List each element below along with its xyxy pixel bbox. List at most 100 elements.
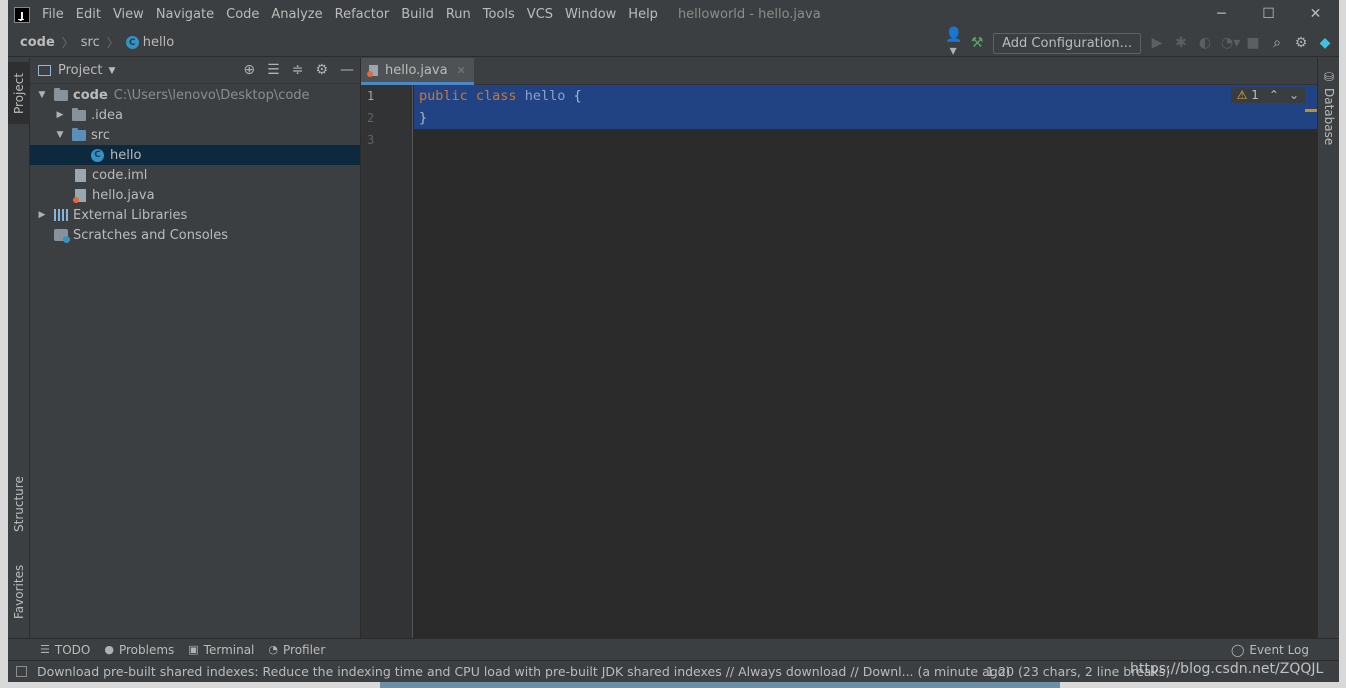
breadcrumb-separator-icon: 〉 bbox=[106, 36, 119, 50]
jetbrains-toolbox-icon[interactable]: ◆ bbox=[1317, 35, 1333, 51]
menu-analyze[interactable]: Analyze bbox=[265, 0, 328, 29]
terminal-icon: ▣ bbox=[188, 643, 199, 656]
close-tab-icon[interactable]: ✕ bbox=[457, 64, 466, 77]
tree-node-label: Scratches and Consoles bbox=[73, 227, 229, 243]
menu-navigate[interactable]: Navigate bbox=[150, 0, 220, 29]
breadcrumb-src[interactable]: src bbox=[81, 35, 100, 50]
line-number: 2 bbox=[367, 111, 375, 125]
source-folder-icon bbox=[72, 127, 86, 141]
inspection-widget[interactable]: ⚠ 1 ⌃ ⌄ bbox=[1230, 87, 1305, 103]
add-configuration-button[interactable]: Add Configuration... bbox=[993, 32, 1141, 54]
java-file-icon bbox=[73, 188, 86, 203]
menu-window[interactable]: Window bbox=[559, 0, 622, 29]
event-log-button[interactable]: ◯ Event Log bbox=[1231, 643, 1309, 657]
intellij-logo-icon: J bbox=[14, 6, 30, 23]
status-message[interactable]: Download pre-built shared indexes: Reduc… bbox=[37, 664, 1010, 679]
run-icon[interactable]: ▶ bbox=[1149, 35, 1165, 51]
favorites-tool-tab[interactable]: Favorites bbox=[8, 554, 30, 630]
right-tool-strip: ⛁ Database bbox=[1317, 58, 1339, 638]
tree-node-path: C:\Users\lenovo\Desktop\code bbox=[113, 87, 310, 103]
navigation-bar: code 〉 src 〉 C hello 👤▾ ⚒ Add Configurat… bbox=[8, 27, 1339, 59]
minimize-button[interactable]: ─ bbox=[1198, 0, 1245, 29]
project-tool-tab[interactable]: Project bbox=[8, 62, 30, 124]
search-icon[interactable]: ⌕ bbox=[1269, 35, 1285, 51]
previous-highlight-icon[interactable]: ⌃ bbox=[1269, 88, 1279, 102]
tree-node-code-iml[interactable]: code.iml bbox=[30, 165, 360, 185]
warning-stripe-marker[interactable] bbox=[1305, 109, 1317, 112]
tree-node-label: code.iml bbox=[92, 167, 148, 183]
tree-node-external-libraries[interactable]: ▶ External Libraries bbox=[30, 205, 360, 225]
tree-node-hello-java[interactable]: hello.java bbox=[30, 185, 360, 205]
database-tab-label: Database bbox=[1322, 88, 1336, 146]
database-tool-tab[interactable]: ⛁ Database bbox=[1318, 66, 1339, 149]
java-file-icon bbox=[367, 64, 378, 77]
coverage-icon[interactable]: ◐ bbox=[1197, 35, 1213, 51]
next-highlight-icon[interactable]: ⌄ bbox=[1289, 88, 1299, 102]
project-view-label[interactable]: Project bbox=[58, 63, 102, 78]
tab-hello-java[interactable]: hello.java ✕ bbox=[361, 58, 474, 85]
code-text-area[interactable]: public class hello { } ⚠ 1 ⌃ ⌄ bbox=[414, 85, 1317, 638]
menu-view[interactable]: View bbox=[107, 0, 150, 29]
chevron-down-icon[interactable]: ▼ bbox=[108, 66, 115, 76]
toggle-tool-windows-icon[interactable] bbox=[16, 666, 27, 677]
structure-tool-tab[interactable]: Structure bbox=[8, 468, 30, 540]
breadcrumb-separator-icon: 〉 bbox=[61, 36, 74, 50]
tree-node-label: src bbox=[91, 127, 110, 143]
menu-code[interactable]: Code bbox=[220, 0, 265, 29]
build-hammer-icon[interactable]: ⚒ bbox=[969, 35, 985, 51]
user-icon[interactable]: 👤▾ bbox=[945, 27, 962, 59]
chevron-right-icon[interactable]: ▶ bbox=[54, 110, 66, 120]
breadcrumb: code 〉 src 〉 C hello bbox=[20, 34, 174, 51]
tree-node-label: External Libraries bbox=[73, 207, 188, 223]
expand-all-icon[interactable]: ☰ bbox=[267, 62, 280, 78]
problems-tool-button[interactable]: ● Problems bbox=[104, 643, 174, 657]
menu-refactor[interactable]: Refactor bbox=[329, 0, 396, 29]
menu-file[interactable]: File bbox=[36, 0, 70, 29]
breadcrumb-code[interactable]: code bbox=[20, 35, 55, 50]
hide-panel-icon[interactable]: — bbox=[340, 62, 354, 78]
menu-help[interactable]: Help bbox=[622, 0, 664, 29]
terminal-tool-button[interactable]: ▣ Terminal bbox=[188, 643, 254, 657]
structure-tab-label: Structure bbox=[12, 476, 26, 532]
code-line-1: public class hello { bbox=[414, 85, 1317, 107]
menu-build[interactable]: Build bbox=[395, 0, 440, 29]
menu-run[interactable]: Run bbox=[440, 0, 477, 29]
warning-counter[interactable]: ⚠ 1 bbox=[1237, 88, 1259, 102]
tree-node-code[interactable]: ▼ code C:\Users\lenovo\Desktop\code bbox=[30, 85, 360, 105]
tree-node-src[interactable]: ▼ src bbox=[30, 125, 360, 145]
tree-node-scratches[interactable]: Scratches and Consoles bbox=[30, 225, 360, 245]
locate-target-icon[interactable]: ⊕ bbox=[243, 62, 255, 78]
maximize-button[interactable]: ☐ bbox=[1245, 0, 1292, 29]
tree-node-hello-class[interactable]: C hello bbox=[30, 145, 360, 165]
todo-tool-button[interactable]: ☰ TODO bbox=[40, 643, 90, 657]
menu-vcs[interactable]: VCS bbox=[521, 0, 559, 29]
options-gear-icon[interactable]: ⚙ bbox=[315, 62, 328, 78]
close-window-button[interactable]: ✕ bbox=[1292, 0, 1339, 29]
profile-icon[interactable]: ◔▾ bbox=[1221, 35, 1240, 51]
editor-tabs: hello.java ✕ bbox=[361, 58, 1317, 85]
main-menu: File Edit View Navigate Code Analyze Ref… bbox=[36, 0, 664, 29]
tree-node-idea[interactable]: ▶ .idea bbox=[30, 105, 360, 125]
project-panel: Project ▼ ⊕ ☰ ≑ ⚙ — ▼ code C:\Users\leno… bbox=[30, 58, 361, 638]
menu-edit[interactable]: Edit bbox=[70, 0, 107, 29]
chevron-right-icon[interactable]: ▶ bbox=[36, 210, 48, 220]
event-log-label: Event Log bbox=[1249, 642, 1309, 657]
scratches-icon bbox=[54, 229, 70, 243]
breadcrumb-hello[interactable]: hello bbox=[143, 35, 174, 50]
ide-window: J File Edit View Navigate Code Analyze R… bbox=[8, 0, 1339, 682]
profiler-tool-button[interactable]: ◔ Profiler bbox=[268, 643, 325, 657]
chevron-down-icon[interactable]: ▼ bbox=[36, 90, 48, 100]
menu-tools[interactable]: Tools bbox=[477, 0, 521, 29]
stop-icon[interactable]: ■ bbox=[1245, 35, 1261, 51]
debug-icon[interactable]: ✱ bbox=[1173, 35, 1189, 51]
tree-node-label: code bbox=[73, 87, 108, 103]
class-icon: C bbox=[91, 148, 104, 162]
collapse-all-icon[interactable]: ≑ bbox=[292, 62, 304, 78]
favorites-tab-label: Favorites bbox=[12, 564, 26, 620]
project-panel-header: Project ▼ ⊕ ☰ ≑ ⚙ — bbox=[30, 58, 360, 84]
open-brace: { bbox=[573, 88, 582, 104]
settings-gear-icon[interactable]: ⚙ bbox=[1293, 35, 1309, 51]
class-name: hello bbox=[524, 88, 566, 104]
chevron-down-icon[interactable]: ▼ bbox=[54, 130, 66, 140]
